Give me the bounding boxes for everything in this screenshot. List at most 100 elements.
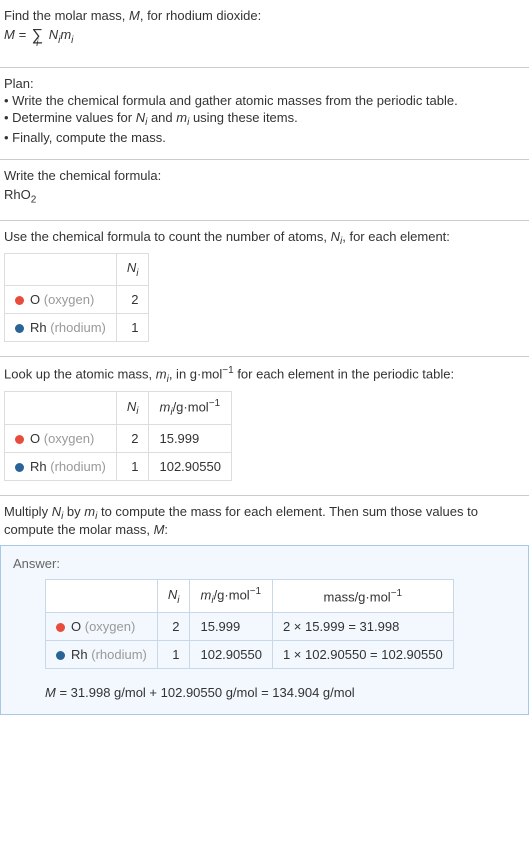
o-sym: O	[71, 619, 85, 634]
count-title: Use the chemical formula to count the nu…	[4, 229, 525, 248]
answer-final: M = 31.998 g/mol + 102.90550 g/mol = 134…	[45, 685, 516, 700]
m-header-text: m	[200, 588, 211, 603]
mass-title: Look up the atomic mass, mi, in g·mol−1 …	[4, 365, 525, 385]
m-header-unit: /g·mol	[214, 588, 250, 603]
table-row: Rh (rhodium) 1	[5, 313, 149, 341]
o-sym: O	[30, 431, 44, 446]
formula-text: RhO	[4, 187, 31, 202]
o-sym: O	[30, 292, 44, 307]
n-header-sub: i	[136, 406, 138, 417]
mass-header-sup: −1	[391, 588, 402, 599]
mul-m: m	[84, 504, 95, 519]
empty-header	[5, 391, 117, 424]
n-header-text: N	[127, 399, 136, 414]
element-cell-rh: Rh (rhodium)	[5, 313, 117, 341]
plan-b2-a: • Determine values for	[4, 110, 136, 125]
count-title-a: Use the chemical formula to count the nu…	[4, 229, 331, 244]
rh-count: 1	[116, 313, 149, 341]
n-header-sub: i	[136, 268, 138, 279]
plan-b2-end: using these items.	[189, 110, 297, 125]
answer-label: Answer:	[13, 556, 516, 571]
rh-sym: Rh	[30, 459, 50, 474]
eq-m: m	[60, 27, 71, 42]
n-header-text: N	[127, 260, 136, 275]
n-header: Ni	[157, 580, 190, 613]
plan-bullet-2: • Determine values for Ni and mi using t…	[4, 110, 525, 129]
table-row: O (oxygen) 2 15.999 2 × 15.999 = 31.998	[46, 613, 454, 641]
mass-header: mass/g·mol−1	[272, 580, 453, 613]
table-header-row: Ni mi/g·mol−1	[5, 391, 232, 424]
plan-bullet-3: • Finally, compute the mass.	[4, 130, 525, 145]
empty-header	[5, 254, 117, 286]
intro-text: Find the molar mass, M, for rhodium diox…	[4, 8, 525, 23]
table-header-row: Ni	[5, 254, 149, 286]
o-count: 2	[116, 285, 149, 313]
rh-n: 1	[116, 452, 149, 480]
rh-sym: Rh	[30, 320, 50, 335]
ans-o-m: 15.999	[190, 613, 272, 641]
element-cell-o: O (oxygen)	[5, 285, 117, 313]
multiply-section: Multiply Ni by mi to compute the mass fo…	[0, 496, 529, 544]
intro-line: Find the molar mass,	[4, 8, 129, 23]
eq-n: N	[49, 27, 58, 42]
final-rhs: = 31.998 g/mol + 102.90550 g/mol = 134.9…	[56, 685, 355, 700]
mass-title-b: , in g·mol	[169, 366, 222, 381]
o-m: 15.999	[149, 424, 231, 452]
element-cell-rh: Rh (rhodium)	[5, 452, 117, 480]
mass-section: Look up the atomic mass, mi, in g·mol−1 …	[0, 357, 529, 496]
empty-header	[46, 580, 158, 613]
mul-n: N	[52, 504, 61, 519]
intro-m: M	[129, 8, 140, 23]
dot-icon	[15, 435, 24, 444]
rh-sym: Rh	[71, 647, 91, 662]
count-table: Ni O (oxygen) 2 Rh (rhodium) 1	[4, 253, 149, 342]
plan-b2-m: m	[176, 110, 187, 125]
final-lhs: M	[45, 685, 56, 700]
plan-section: Plan: • Write the chemical formula and g…	[0, 68, 529, 161]
mass-title-c: for each element in the periodic table:	[234, 366, 454, 381]
mass-table: Ni mi/g·mol−1 O (oxygen) 2 15.999 Rh (rh…	[4, 391, 232, 481]
intro-formula: M = ∑i Nimi	[4, 23, 525, 53]
eq-m-sub: i	[71, 29, 73, 53]
m-header: mi/g·mol−1	[149, 391, 231, 424]
multiply-text: Multiply Ni by mi to compute the mass fo…	[4, 504, 525, 538]
count-title-b: , for each element:	[342, 229, 450, 244]
mass-title-m: m	[156, 366, 167, 381]
ans-o-calc: 2 × 15.999 = 31.998	[272, 613, 453, 641]
n-header-text: N	[168, 587, 177, 602]
sum-sub: i	[36, 32, 38, 56]
ans-rh-m: 102.90550	[190, 641, 272, 669]
mul-c: :	[164, 522, 168, 537]
dot-icon	[15, 463, 24, 472]
dot-icon	[15, 296, 24, 305]
element-cell-rh: Rh (rhodium)	[46, 641, 158, 669]
plan-bullet-1: • Write the chemical formula and gather …	[4, 93, 525, 108]
table-row: O (oxygen) 2	[5, 285, 149, 313]
n-header: Ni	[116, 254, 149, 286]
mass-title-a: Look up the atomic mass,	[4, 366, 156, 381]
table-row: Rh (rhodium) 1 102.90550 1 × 102.90550 =…	[46, 641, 454, 669]
n-header: Ni	[116, 391, 149, 424]
intro-line-b: , for rhodium dioxide:	[140, 8, 261, 23]
n-header-sub: i	[177, 595, 179, 606]
formula-sub: 2	[31, 195, 37, 206]
intro-section: Find the molar mass, M, for rhodium diox…	[0, 0, 529, 68]
answer-box: Answer: Ni m i/g·mol −1 mass/g·mol−1 O (ox…	[0, 545, 529, 715]
mul-a: Multiply	[4, 504, 52, 519]
ans-o-n: 2	[157, 613, 190, 641]
m-header-text: m	[159, 399, 170, 414]
element-cell-o: O (oxygen)	[46, 613, 158, 641]
o-name: (oxygen)	[44, 431, 95, 446]
m-header-unit: /g·mol	[173, 399, 209, 414]
mass-title-sup: −1	[222, 365, 233, 376]
mass-header-text: mass/g·mol	[324, 590, 391, 605]
o-name: (oxygen)	[85, 619, 136, 634]
mul-mm: M	[154, 522, 165, 537]
o-n: 2	[116, 424, 149, 452]
formula-section: Write the chemical formula: RhO2	[0, 160, 529, 221]
count-section: Use the chemical formula to count the nu…	[0, 221, 529, 357]
ans-rh-calc: 1 × 102.90550 = 102.90550	[272, 641, 453, 669]
summation: ∑i	[32, 24, 43, 48]
dot-icon	[15, 324, 24, 333]
rh-m: 102.90550	[149, 452, 231, 480]
